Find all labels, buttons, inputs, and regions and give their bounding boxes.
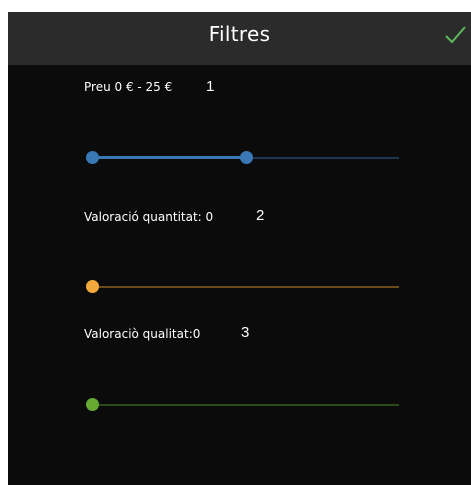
filters-screen: Filtres Preu 0 € - 25 € 1 Valoració quan… (8, 12, 471, 485)
page-title: Filtres (208, 22, 271, 46)
price-slider-fill (93, 156, 246, 159)
quantity-slider-track[interactable] (93, 286, 399, 288)
header-bar: Filtres (8, 12, 471, 65)
quality-thumb[interactable] (86, 398, 99, 411)
price-max-thumb[interactable] (240, 151, 253, 164)
annotation-1: 1 (206, 78, 215, 95)
price-min-thumb[interactable] (86, 151, 99, 164)
annotation-2: 2 (256, 207, 265, 224)
annotation-3: 3 (241, 324, 250, 341)
quality-slider-track[interactable] (93, 404, 399, 406)
quality-filter-label: Valoraciò qualitat:0 (84, 327, 201, 341)
quantity-filter-label: Valoració quantitat: 0 (84, 210, 214, 224)
checkmark-icon[interactable] (443, 23, 467, 47)
quantity-thumb[interactable] (86, 280, 99, 293)
price-filter-label: Preu 0 € - 25 € (84, 80, 173, 94)
